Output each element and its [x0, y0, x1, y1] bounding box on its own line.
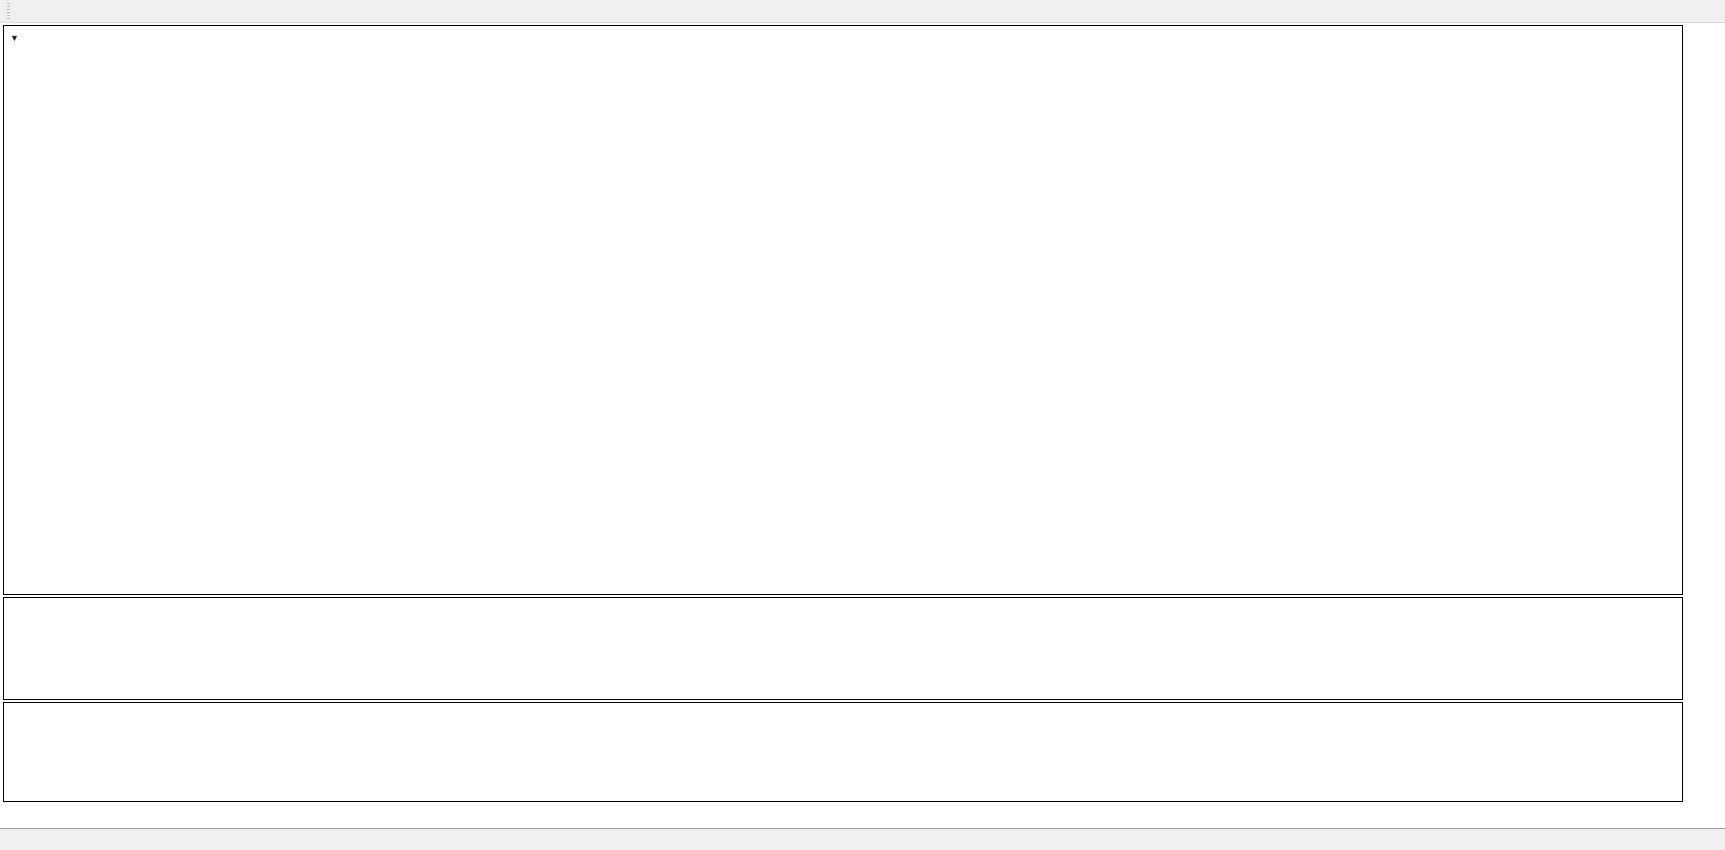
chart-tab-bar [0, 828, 1725, 850]
price-axis[interactable] [1684, 0, 1725, 850]
date-axis[interactable] [3, 803, 1683, 825]
rsi-indicator-panel[interactable] [3, 597, 1683, 700]
macd-canvas [4, 703, 1682, 801]
top-toolbar [0, 0, 1725, 23]
chevron-down-icon[interactable]: ▼ [10, 33, 19, 43]
rsi-canvas [4, 598, 1682, 699]
macd-indicator-panel[interactable] [3, 702, 1683, 802]
chart-title: ▼ [10, 30, 30, 44]
main-price-chart[interactable]: ▼ [3, 25, 1683, 595]
price-chart-canvas[interactable] [4, 26, 1682, 594]
toolbar-separator [7, 3, 10, 19]
